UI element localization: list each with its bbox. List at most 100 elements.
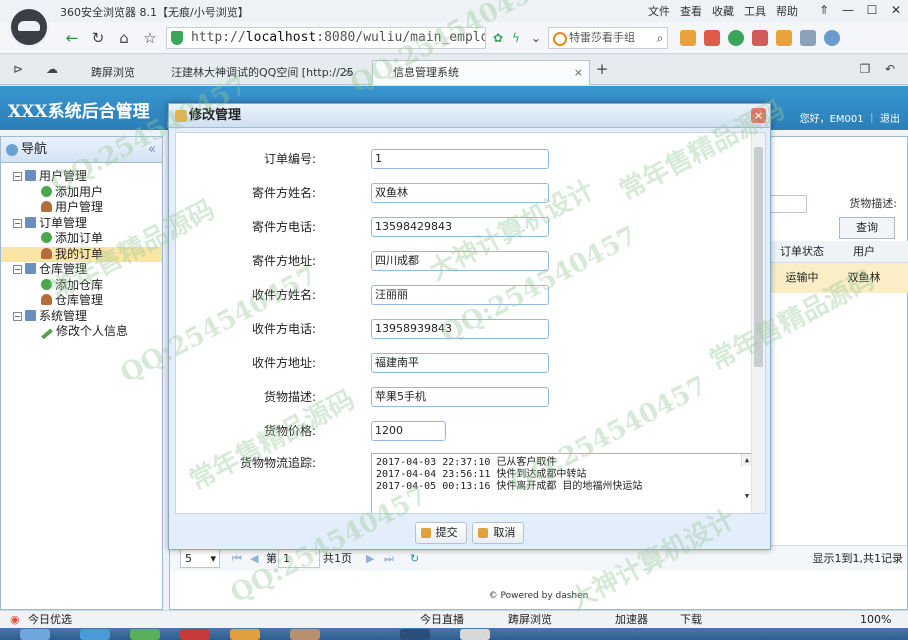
menu-view[interactable]: 查看 — [680, 3, 702, 19]
column-header-status[interactable]: 订单状态 — [770, 241, 834, 262]
collapse-node-icon[interactable]: − — [13, 265, 22, 274]
page-number-input[interactable]: 1 — [278, 549, 320, 568]
user-info[interactable]: 您好，EM001 ｜ 退出 — [800, 110, 900, 125]
page-size-select[interactable]: 5 ▾ — [180, 549, 220, 568]
tab-qq-space[interactable]: 汪建林大神调试的QQ空间 [http://25 × — [150, 60, 360, 85]
translate-icon[interactable] — [752, 30, 768, 46]
tree-group-warehouse[interactable]: − 仓库管理 — [1, 262, 162, 278]
status-accelerator[interactable]: 加速器 — [615, 611, 648, 628]
screenshot-icon[interactable] — [800, 30, 816, 46]
cancel-button[interactable]: 取消 — [472, 522, 525, 544]
receiver-address-field[interactable]: 福建南平 — [371, 353, 549, 373]
field-label-trace: 货物物流追踪: — [239, 456, 316, 470]
sidebar-item-add-order[interactable]: 添加订单 — [1, 231, 162, 247]
sidebar-toggle-icon[interactable]: ⊳ — [8, 59, 28, 79]
logistics-trace-textarea[interactable]: 2017-04-03 22:37:10 已从客户取件 2017-04-04 23… — [371, 453, 753, 513]
goods-desc-field[interactable]: 苹果5手机 — [371, 387, 549, 407]
apps-grid-icon[interactable] — [680, 30, 696, 46]
submit-button[interactable]: 提交 — [414, 522, 467, 544]
tab-info-system[interactable]: 信息管理系统 × — [372, 60, 590, 85]
group-label: 仓库管理 — [39, 262, 88, 276]
close-window-icon[interactable]: ✕ — [884, 0, 908, 20]
scroll-thumb[interactable] — [754, 147, 763, 367]
home-icon[interactable]: ⌂ — [114, 28, 134, 48]
taskbar-app-icon[interactable] — [230, 629, 260, 640]
order-id-field[interactable]: 1 — [371, 149, 549, 169]
sidebar-item-warehouse-manage[interactable]: 仓库管理 — [1, 293, 162, 309]
collapse-node-icon[interactable]: − — [13, 172, 22, 181]
menu-tools[interactable]: 工具 — [744, 3, 766, 19]
refresh-icon[interactable]: ↻ — [88, 28, 108, 48]
pin-icon[interactable]: ⇑ — [812, 0, 836, 20]
zoom-icon[interactable] — [824, 30, 840, 46]
table-row[interactable]: 运输中 双鱼林 — [770, 263, 908, 293]
dialog-header: 修改管理 × — [169, 104, 770, 128]
sender-name-field[interactable]: 双鱼林 — [371, 183, 549, 203]
tree-group-system[interactable]: − 系统管理 — [1, 309, 162, 325]
menu-favorites[interactable]: 收藏 — [712, 3, 734, 19]
close-dialog-button[interactable]: × — [751, 108, 766, 123]
taskbar-app-icon[interactable] — [80, 629, 110, 640]
incognito-avatar-icon[interactable] — [8, 6, 50, 48]
item-label: 我的订单 — [55, 246, 104, 261]
tree-group-order[interactable]: − 订单管理 — [1, 216, 162, 232]
tab-screen-browse[interactable]: 踌屏浏览 — [70, 60, 138, 85]
new-tab-button[interactable]: + — [592, 59, 612, 79]
receiver-name-field[interactable]: 汪丽丽 — [371, 285, 549, 305]
sidebar-item-add-warehouse[interactable]: 添加仓库 — [1, 278, 162, 294]
status-zoom[interactable]: 100% — [860, 611, 891, 628]
minimize-icon[interactable]: — — [836, 0, 860, 20]
favorite-star-icon[interactable]: ☆ — [140, 28, 160, 48]
collapse-node-icon[interactable]: − — [13, 218, 22, 228]
security-shield-icon — [171, 31, 183, 45]
field-label-receiver-name: 收件方姓名: — [251, 288, 316, 302]
maximize-icon[interactable]: ☐ — [860, 0, 884, 20]
address-bar[interactable]: http://localhost:8080/wuliu/main_employe… — [166, 27, 486, 49]
sidebar-item-add-user[interactable]: 添加用户 — [1, 185, 162, 201]
status-today-pick[interactable]: 今日优选 — [28, 611, 72, 628]
grid-header: 订单状态 用户 — [770, 241, 908, 263]
status-browse[interactable]: 踌屏浏览 — [508, 611, 552, 628]
collapse-icon[interactable]: « — [148, 137, 156, 163]
close-tab-icon[interactable]: × — [574, 61, 583, 84]
collapse-node-icon[interactable]: − — [13, 311, 22, 321]
column-header-user[interactable]: 用户 — [834, 241, 894, 262]
gear-accel-icon[interactable]: ✿ — [488, 28, 508, 48]
extension-shield-icon[interactable] — [728, 30, 744, 46]
taskbar-app-icon[interactable] — [180, 629, 210, 640]
restore-tabs-icon[interactable]: ❐ — [855, 59, 875, 79]
menu-file[interactable]: 文件 — [648, 3, 670, 19]
sender-phone-field[interactable]: 13598429843 — [371, 217, 549, 237]
taskbar-app-icon[interactable] — [460, 629, 490, 640]
field-label-goods-price: 货物价格: — [263, 424, 316, 438]
chevron-down-icon[interactable]: ⌄ — [526, 28, 546, 48]
sender-address-field[interactable]: 四川成都 — [371, 251, 549, 271]
undo-close-icon[interactable]: ↶ — [880, 59, 900, 79]
tab-label: 信息管理系统 — [393, 66, 459, 79]
receiver-phone-field[interactable]: 13958939843 — [371, 319, 549, 339]
taskbar-app-icon[interactable] — [130, 629, 160, 640]
tree-group-user[interactable]: − 用户管理 — [1, 169, 162, 185]
close-tab-icon[interactable]: × — [344, 61, 353, 84]
extension-puzzle-icon[interactable] — [776, 30, 792, 46]
cloud-icon[interactable]: ☁ — [42, 59, 62, 79]
sidebar-item-my-orders[interactable]: 我的订单 — [1, 246, 162, 262]
extension-red-icon[interactable] — [704, 30, 720, 46]
goods-price-field[interactable]: 1200 — [371, 421, 446, 441]
field-label-receiver-address: 收件方地址: — [251, 356, 316, 370]
status-download[interactable]: 下载 — [680, 611, 702, 628]
query-button[interactable]: 查询 — [839, 217, 895, 239]
taskbar-app-icon[interactable] — [290, 629, 320, 640]
folder-icon — [25, 216, 36, 228]
sidebar-item-user-manage[interactable]: 用户管理 — [1, 200, 162, 216]
status-live[interactable]: 今日直播 — [420, 611, 464, 628]
search-icon[interactable]: ⌕ — [650, 28, 670, 48]
menu-help[interactable]: 帮助 — [776, 3, 798, 19]
taskbar-app-icon[interactable] — [20, 629, 50, 640]
window-controls: ⇑ — ☐ ✕ — [812, 0, 908, 20]
sidebar-item-edit-profile[interactable]: 修改个人信息 — [1, 324, 162, 340]
back-arrow-icon[interactable]: ← — [62, 28, 82, 48]
lightning-icon[interactable]: ϟ — [506, 28, 526, 48]
dialog-scrollbar[interactable] — [751, 133, 765, 513]
taskbar-app-icon[interactable] — [400, 629, 430, 640]
